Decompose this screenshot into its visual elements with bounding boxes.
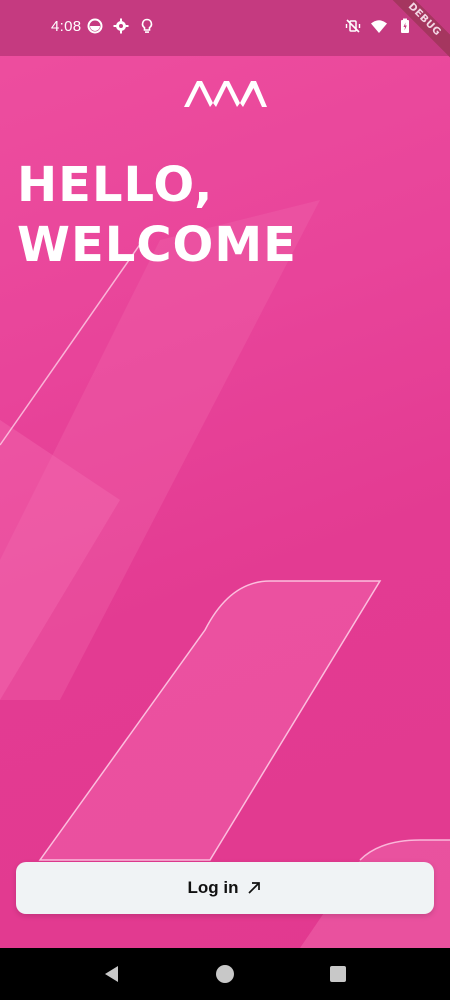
status-left-icons [86, 17, 156, 35]
gear-icon [112, 17, 130, 35]
welcome-screen: 4:08 DEBUG HELLO, WELCOME Log in [0, 0, 450, 948]
status-time: 4:08 [51, 18, 82, 35]
background-decoration [0, 200, 450, 948]
welcome-headline: HELLO, WELCOME [17, 155, 297, 275]
status-right-icons [344, 17, 414, 35]
headline-line-2: WELCOME [17, 217, 297, 273]
headline-line-1: HELLO, [17, 157, 214, 213]
status-bar: 4:08 DEBUG [0, 0, 450, 63]
login-button[interactable]: Log in [16, 862, 434, 914]
battery-icon [396, 17, 414, 35]
brand-logo-icon [183, 80, 267, 108]
arrow-up-right-icon [246, 880, 262, 896]
recents-icon[interactable] [328, 964, 348, 984]
system-nav-bar [0, 948, 450, 1000]
back-icon[interactable] [102, 964, 122, 984]
lightbulb-icon [138, 17, 156, 35]
login-button-label: Log in [187, 878, 239, 897]
wifi-icon [370, 17, 388, 35]
app-circle-icon [86, 17, 104, 35]
home-icon[interactable] [215, 964, 235, 984]
vibrate-off-icon [344, 17, 362, 35]
